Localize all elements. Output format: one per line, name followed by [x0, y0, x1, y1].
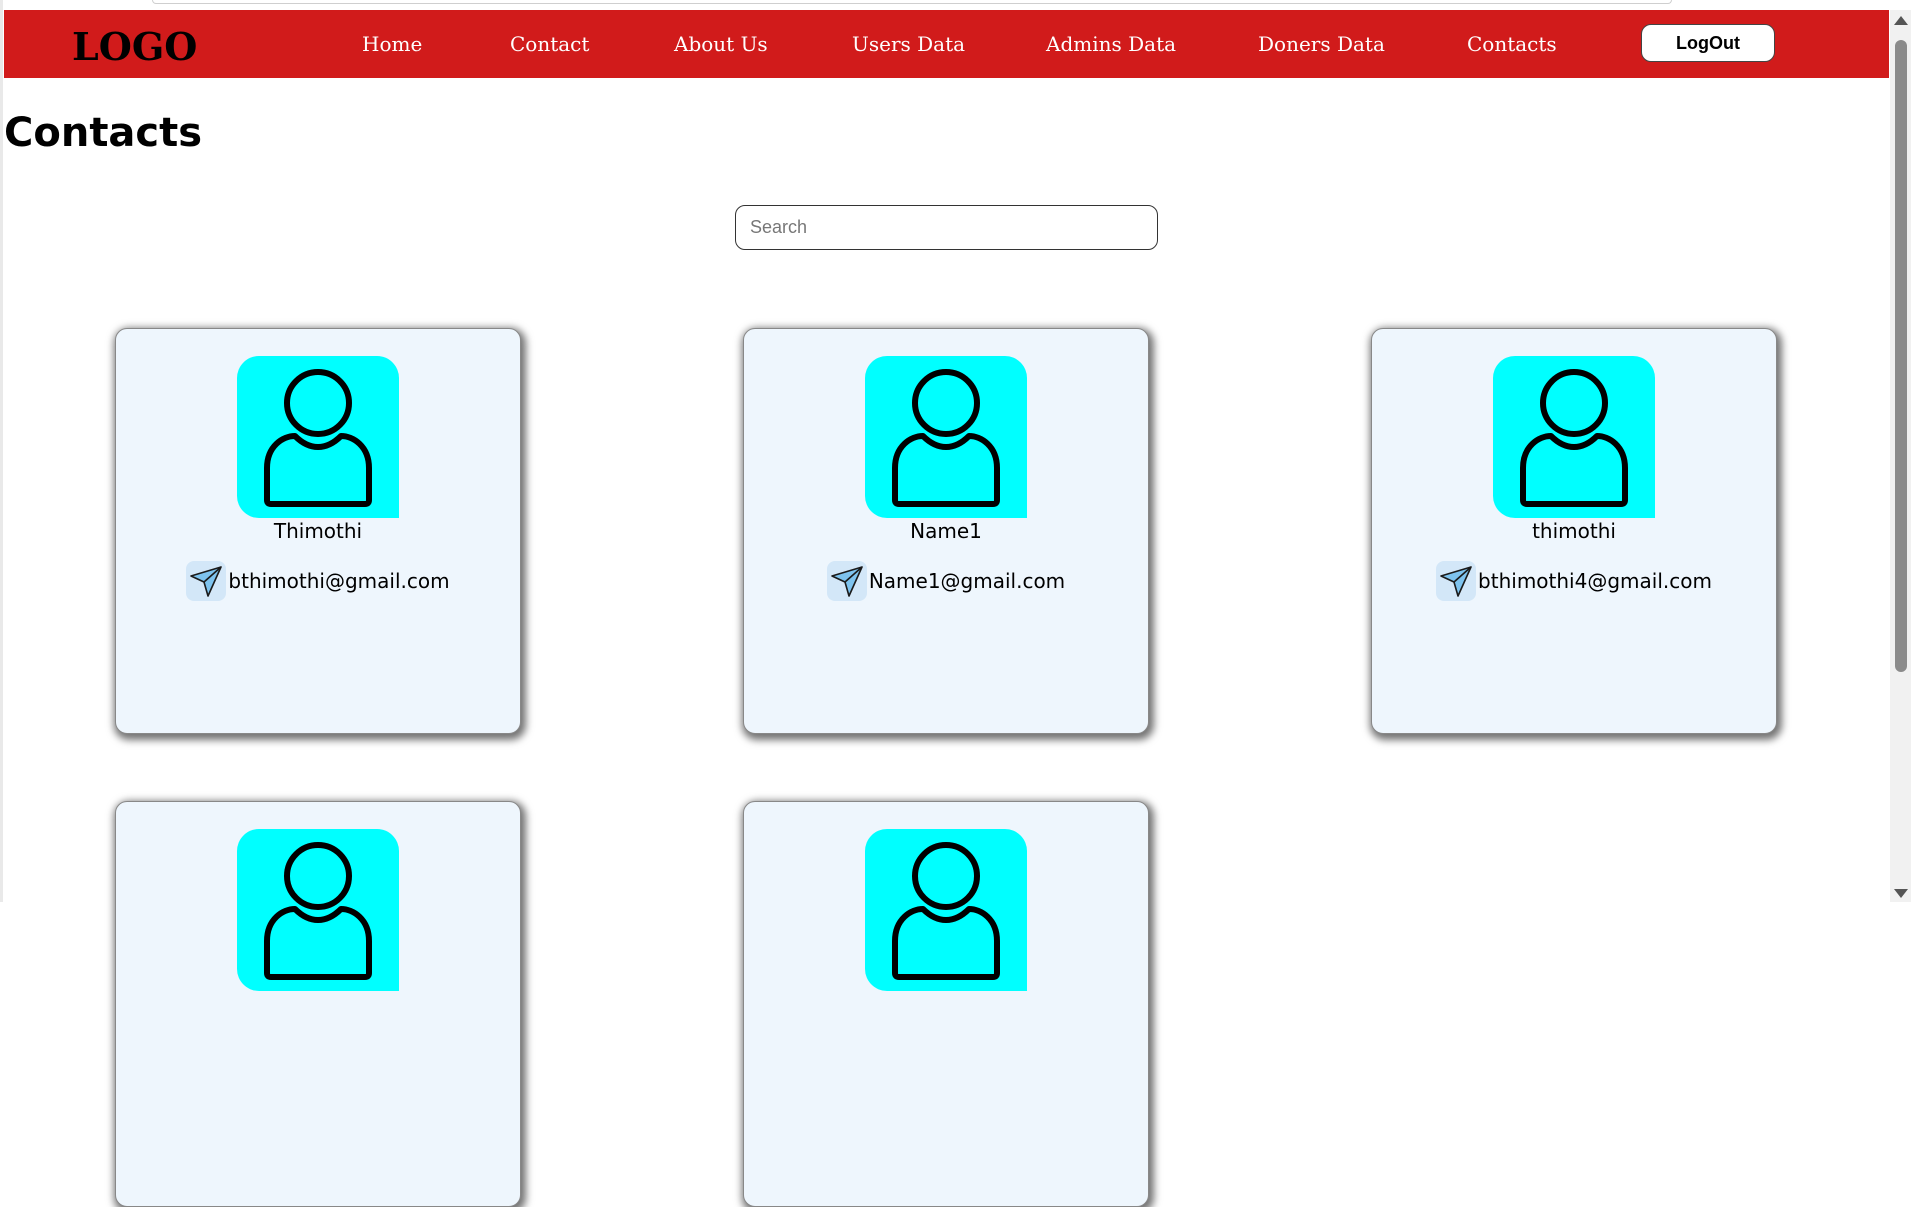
contact-email-row: bthimothi@gmail.com [116, 561, 520, 601]
contact-name: Name1 [910, 519, 982, 543]
paper-plane-icon[interactable] [826, 561, 867, 601]
paper-plane-icon[interactable] [186, 561, 227, 601]
contact-card [115, 801, 521, 1207]
contact-card [743, 801, 1149, 1207]
nav-link-contact[interactable]: Contact [510, 32, 589, 56]
window-left-edge [0, 0, 3, 902]
scrollbar-thumb[interactable] [1895, 40, 1907, 672]
contact-email[interactable]: Name1@gmail.com [869, 569, 1065, 593]
logout-button[interactable]: LogOut [1641, 24, 1775, 62]
nav-link-about-us[interactable]: About Us [674, 32, 768, 56]
contact-name: Thimothi [273, 519, 363, 543]
user-avatar-icon [865, 829, 1027, 991]
contact-email-row: Name1@gmail.com [744, 561, 1148, 601]
nav-link-home[interactable]: Home [362, 32, 422, 56]
nav-link-contacts[interactable]: Contacts [1467, 32, 1557, 56]
vertical-scrollbar[interactable] [1890, 10, 1911, 902]
user-avatar-icon [237, 356, 399, 518]
nav-link-users-data[interactable]: Users Data [852, 32, 965, 56]
user-avatar-icon [1493, 356, 1655, 518]
contact-email-row: bthimothi4@gmail.com [1372, 561, 1776, 601]
search-input[interactable] [735, 205, 1158, 250]
contact-name: thimothi [1532, 519, 1616, 543]
scroll-up-arrow-icon[interactable] [1894, 16, 1908, 25]
paper-plane-icon[interactable] [1436, 561, 1477, 601]
user-avatar-icon [237, 829, 399, 991]
scroll-down-arrow-icon[interactable] [1894, 889, 1908, 898]
user-avatar-icon [865, 356, 1027, 518]
nav-link-doners-data[interactable]: Doners Data [1258, 32, 1385, 56]
contact-card: Name1 Name1@gmail.com [743, 328, 1149, 734]
contact-card: thimothi bthimothi4@gmail.com [1371, 328, 1777, 734]
navbar: LOGO Home Contact About Us Users Data Ad… [4, 10, 1889, 78]
contact-email[interactable]: bthimothi@gmail.com [228, 569, 449, 593]
contact-card: Thimothi bthimothi@gmail.com [115, 328, 521, 734]
contact-email[interactable]: bthimothi4@gmail.com [1478, 569, 1712, 593]
logo[interactable]: LOGO [72, 24, 197, 69]
browser-top-edge [152, 0, 1672, 4]
page-title: Contacts [4, 110, 203, 156]
nav-link-admins-data[interactable]: Admins Data [1046, 32, 1176, 56]
